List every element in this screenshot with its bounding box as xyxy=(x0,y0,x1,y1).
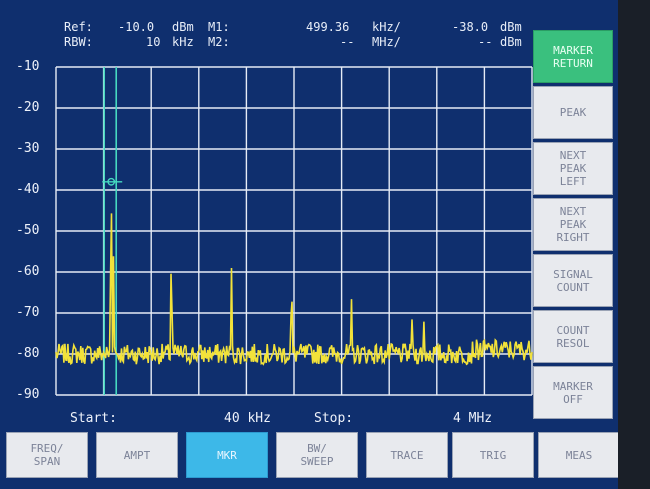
marker-1-symbol xyxy=(102,177,123,186)
signal-count-softkey[interactable]: SIGNAL COUNT xyxy=(533,254,613,307)
trig-menu-button[interactable]: TRIG xyxy=(452,432,534,478)
ampt-menu-button[interactable]: AMPT xyxy=(96,432,178,478)
meas-menu-button[interactable]: MEAS xyxy=(538,432,620,478)
freq-span-menu-button[interactable]: FREQ/ SPAN xyxy=(6,432,88,478)
next-peak-left-softkey[interactable]: NEXT PEAK LEFT xyxy=(533,142,613,195)
mkr-menu-button[interactable]: MKR xyxy=(186,432,268,478)
instrument-bezel xyxy=(618,0,650,489)
analyzer-screen: Ref: -10.0 dBm M1: 499.36 kHz/ -38.0 dBm… xyxy=(0,0,650,489)
bw-sweep-menu-button[interactable]: BW/ SWEEP xyxy=(276,432,358,478)
count-resol-softkey[interactable]: COUNT RESOL xyxy=(533,310,613,363)
marker-off-softkey[interactable]: MARKER OFF xyxy=(533,366,613,419)
peak-softkey[interactable]: PEAK xyxy=(533,86,613,139)
start-value: 40 kHz xyxy=(224,411,271,426)
trace-menu-button[interactable]: TRACE xyxy=(366,432,448,478)
start-label: Start: xyxy=(70,411,117,426)
stop-label: Stop: xyxy=(314,411,354,426)
function-menu-bar: FREQ/ SPAN AMPT MKR BW/ SWEEP TRACE TRIG… xyxy=(6,432,622,478)
next-peak-right-softkey[interactable]: NEXT PEAK RIGHT xyxy=(533,198,613,251)
softkey-panel: MARKER RETURN PEAK NEXT PEAK LEFT NEXT P… xyxy=(533,30,613,422)
marker-return-softkey[interactable]: MARKER RETURN xyxy=(533,30,613,83)
stop-value: 4 MHz xyxy=(453,411,493,426)
